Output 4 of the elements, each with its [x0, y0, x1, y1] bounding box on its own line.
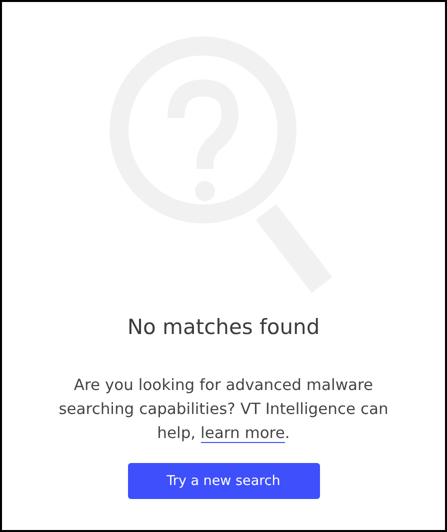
- learn-more-link[interactable]: learn more: [200, 424, 285, 443]
- empty-state-title: No matches found: [127, 315, 320, 339]
- empty-state-message: Are you looking for advanced malware searching capabilities? VT Intelligence can help, learn more.: [58, 375, 390, 445]
- new-search-button[interactable]: Try a new search: [128, 463, 320, 499]
